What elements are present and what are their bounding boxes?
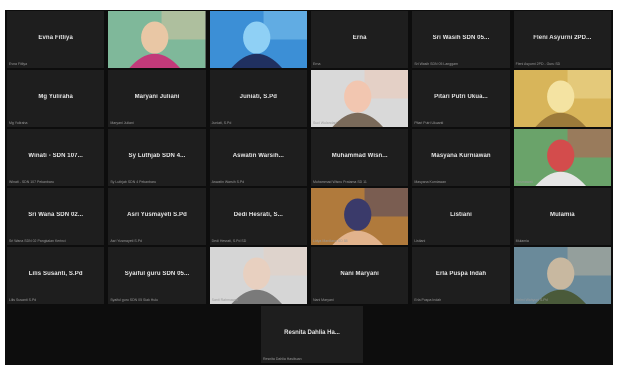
participant-tile[interactable]: Pitari Putri Ukua... Pitari Putri Ukuanti: [412, 70, 510, 127]
participant-name: Maryani Juliani: [134, 94, 180, 100]
participant-name: Juniati, S.Pd: [239, 94, 277, 100]
participant-label: Maryani Juliani: [110, 121, 134, 125]
participant-name: Aswatin Warsih...: [232, 153, 284, 159]
participant-name: Erla Puspa Indah: [435, 271, 487, 277]
participant-label: Winati - SDN 107 Pekanbaru: [9, 180, 54, 184]
participant-video: [513, 247, 611, 304]
participant-name: Erna: [352, 35, 367, 41]
participant-video: [209, 247, 307, 304]
participant-name: Pitari Putri Ukua...: [434, 94, 488, 100]
participant-name: Fleni Asyurni 2PD...: [533, 35, 592, 41]
participant-tile[interactable]: Juniati, S.Pd Juniati, S.Pd: [209, 70, 307, 127]
participant-label: Asri Yusmayeti S.Pd: [110, 239, 142, 243]
participant-tile[interactable]: Erna Erna: [311, 11, 409, 68]
participant-label: Muhammad Wisnu Pratama SD 11: [313, 180, 367, 184]
participant-tile[interactable]: [108, 11, 206, 68]
participant-label: Mulamia: [515, 239, 529, 243]
participant-tile[interactable]: Mg Yuliraha Mg Yuliraha: [7, 70, 105, 127]
participant-tile[interactable]: Suci Wulandari: [311, 70, 409, 127]
participant-tile-last[interactable]: Resnita Dahlia Ha... Resnita Dahlia Hasi…: [261, 306, 363, 363]
participant-label: Nani Maryani: [313, 298, 334, 302]
participant-tile[interactable]: Sy Luthjab SDN 4... Sy Luthjab SDN 4 Peka…: [108, 129, 206, 186]
participant-label: Erna: [313, 62, 321, 66]
participant-label: Sri Wana SDN 02 Pangkalan Kerinci: [9, 239, 66, 243]
participant-label: Aswatin Warsih S.Pd: [211, 180, 245, 184]
participant-label: Rosmawati: [515, 180, 533, 184]
participant-name: Mulamia: [549, 212, 575, 218]
participant-label: Syaiful guru SDN 05 Siak Hulu: [110, 298, 158, 302]
participant-name: Evna Fitliya: [38, 35, 73, 41]
participant-name: Dedi Hesrati, S...: [233, 212, 283, 218]
participant-label: Pitari Putri Ukuanti: [414, 121, 444, 125]
participant-name: Muhammad Wisn...: [331, 153, 388, 159]
participant-label: Lilis Susanti S.Pd: [9, 298, 37, 302]
participant-name: Listiani: [450, 212, 472, 218]
participant-label: Juniati, S.Pd: [211, 121, 232, 125]
participant-tile[interactable]: Erla Puspa Indah Erla Puspa Indah: [412, 247, 510, 304]
participant-grid: Evna Fitliya Evna Fitliya Erna Erna Sri Wasi…: [5, 10, 613, 305]
participant-name: Syaiful guru SDN 05...: [124, 271, 190, 277]
participant-label: Resnita Dahlia Hasibuan: [263, 357, 302, 361]
gallery-view: Evna Fitliya Evna Fitliya Erna Erna Sri Wasi…: [5, 10, 613, 365]
participant-label: Helmi Wahyuni S.Pd: [515, 298, 548, 302]
participant-tile[interactable]: Maryani Juliani Maryani Juliani: [108, 70, 206, 127]
participant-tile[interactable]: [209, 11, 307, 68]
participant-label: Listiani: [414, 239, 426, 243]
participant-name: Resnita Dahlia Ha...: [284, 330, 340, 336]
participant-tile[interactable]: Winati - SDN 107... Winati - SDN 107 Peka…: [7, 129, 105, 186]
participant-name: Asri Yusmayeti S.Pd: [127, 212, 187, 218]
participant-label: Lidya Mardiana SD 88: [313, 239, 348, 243]
participant-video: [209, 11, 307, 68]
participant-name: Nani Maryani: [340, 271, 379, 277]
participant-name: Sri Wasih SDN 05...: [432, 35, 490, 41]
participant-name: Lilis Susanti, S.Pd: [28, 271, 83, 277]
participant-tile[interactable]: Muhammad Wisn... Muhammad Wisnu Pratama S…: [311, 129, 409, 186]
participant-name: Sri Wana SDN 02...: [28, 212, 84, 218]
participant-label: Dedi Hesrati, S.Pd SD: [211, 239, 247, 243]
participant-label: Evna Fitliya: [9, 62, 28, 66]
participant-tile[interactable]: Syaiful guru SDN 05... Syaiful guru SDN 0…: [108, 247, 206, 304]
participant-name: Winati - SDN 107...: [28, 153, 83, 159]
participant-label: Sy Luthjab SDN 4 Pekanbaru: [110, 180, 157, 184]
participant-tile[interactable]: Aswatin Warsih... Aswatin Warsih S.Pd: [209, 129, 307, 186]
participant-tile[interactable]: Sri Wana SDN 02... Sri Wana SDN 02 Pangka…: [7, 188, 105, 245]
participant-label: Erla Puspa Indah: [414, 298, 442, 302]
participant-label: Masyana Kurniawan: [414, 180, 447, 184]
participant-label: Mg Yuliraha: [9, 121, 28, 125]
participant-tile[interactable]: Nani Maryani Nani Maryani: [311, 247, 409, 304]
participant-tile[interactable]: Dedi Hesrati, S... Dedi Hesrati, S.Pd SD: [209, 188, 307, 245]
participant-tile[interactable]: Mulamia Mulamia: [513, 188, 611, 245]
participant-tile[interactable]: [513, 70, 611, 127]
participant-label: Fleni Asyurni 2PD - Guru SD: [515, 62, 561, 66]
participant-tile[interactable]: Masyana Kurniawan Masyana Kurniawan: [412, 129, 510, 186]
participant-name: Mg Yuliraha: [38, 94, 73, 100]
participant-tile[interactable]: Rosmawati: [513, 129, 611, 186]
participant-video: [311, 70, 409, 127]
participant-video: [311, 188, 409, 245]
participant-tile[interactable]: Helmi Wahyuni S.Pd: [513, 247, 611, 304]
participant-tile[interactable]: Fleni Asyurni 2PD... Fleni Asyurni 2PD - …: [513, 11, 611, 68]
participant-video: [513, 70, 611, 127]
participant-label: Sri Wasih SDN 05 Langgam: [414, 62, 458, 66]
participant-tile[interactable]: Listiani Listiani: [412, 188, 510, 245]
participant-video: [108, 11, 206, 68]
participant-tile[interactable]: Evna Fitliya Evna Fitliya: [7, 11, 105, 68]
participant-tile[interactable]: Lilis Susanti, S.Pd Lilis Susanti S.Pd: [7, 247, 105, 304]
participant-tile[interactable]: Asri Yusmayeti S.Pd Asri Yusmayeti S.Pd: [108, 188, 206, 245]
participant-tile[interactable]: Sri Wasih SDN 05... Sri Wasih SDN 05 Lang…: [412, 11, 510, 68]
participant-label: Santi Rahmawati: [211, 298, 239, 302]
participant-video: [513, 129, 611, 186]
participant-name: Sy Luthjab SDN 4...: [128, 153, 186, 159]
participant-tile[interactable]: Santi Rahmawati: [209, 247, 307, 304]
participant-label: Suci Wulandari: [313, 121, 337, 125]
participant-tile[interactable]: Lidya Mardiana SD 88: [311, 188, 409, 245]
participant-name: Masyana Kurniawan: [431, 153, 491, 159]
